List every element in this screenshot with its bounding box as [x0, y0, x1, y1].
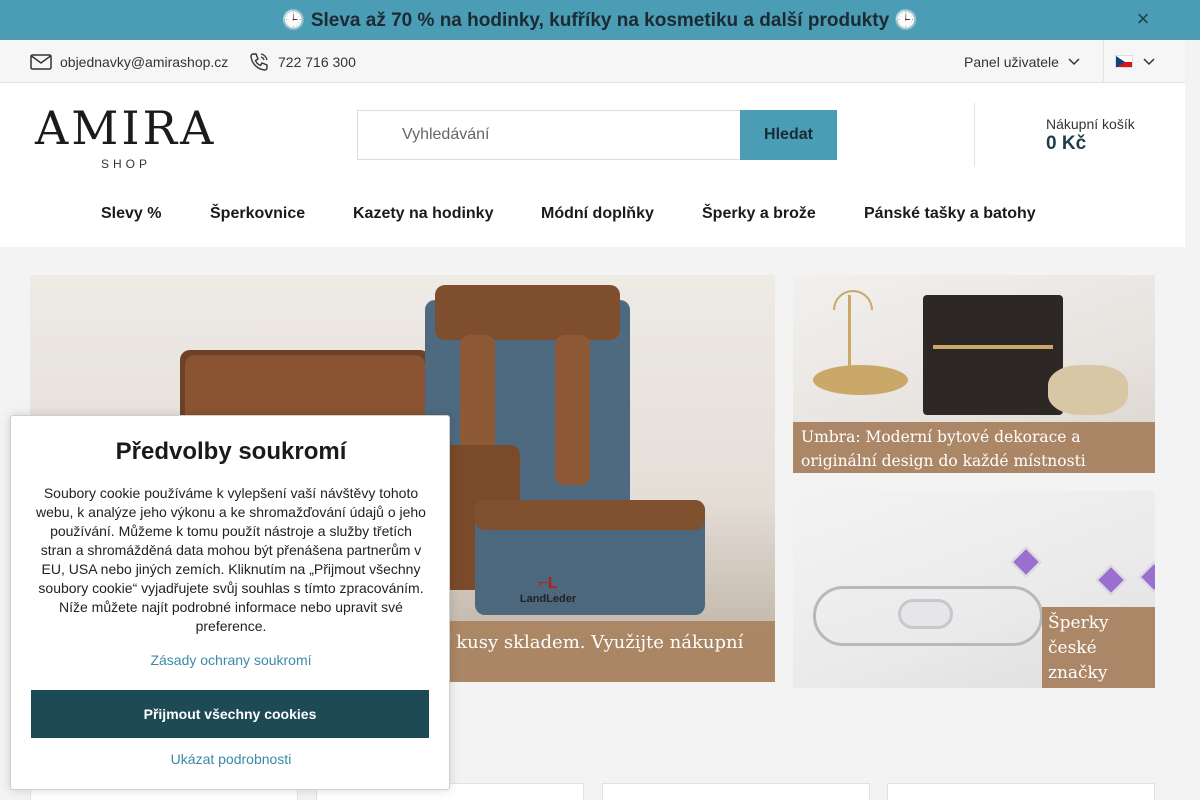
nav-item-slevy[interactable]: Slevy % [101, 205, 161, 223]
logo[interactable]: AMIRA SHOP [35, 101, 220, 176]
search-icon [370, 111, 390, 159]
nav-item-kazety[interactable]: Kazety na hodinky [353, 205, 493, 223]
phone-icon [250, 52, 268, 71]
email-contact[interactable]: objednavky@amirashop.cz [30, 40, 228, 83]
minet-banner[interactable]: Šperky české značky MINET [793, 491, 1155, 688]
close-icon[interactable]: × [1132, 6, 1154, 31]
main-nav: Slevy % Šperkovnice Kazety na hodinky Mó… [0, 205, 1185, 231]
cart-button[interactable]: Nákupní košík 0 Kč [990, 113, 1160, 157]
nav-item-sperky[interactable]: Šperky a brože [702, 205, 816, 223]
product-card[interactable] [887, 783, 1155, 800]
nav-item-sperkovnice[interactable]: Šperkovnice [210, 205, 305, 223]
cart-total: 0 Kč [1046, 133, 1087, 154]
cookie-text: Soubory cookie používáme k vylepšení vaš… [36, 485, 426, 634]
brand-name: LandLeder [519, 593, 577, 605]
cookie-title: Předvolby soukromí [115, 438, 347, 465]
nav-item-panske-tasky[interactable]: Pánské tašky a batohy [864, 205, 1036, 223]
accept-all-cookies-button[interactable]: Přijmout všechny cookies [31, 690, 429, 738]
cart-label: Nákupní košík [1046, 116, 1135, 132]
search-bar: Hledat [357, 110, 837, 160]
email-text: objednavky@amirashop.cz [60, 53, 229, 70]
language-selector[interactable] [1103, 40, 1155, 83]
chevron-down-icon [1143, 57, 1155, 65]
user-panel-label: Panel uživatele [964, 53, 1059, 70]
product-card[interactable] [602, 783, 870, 800]
phone-contact[interactable]: 722 716 300 [248, 40, 356, 83]
promo-bar: 🕒 Sleva až 70 % na hodinky, kufříky na k… [0, 0, 1200, 40]
phone-text: 722 716 300 [278, 53, 356, 70]
logo-sub-text: SHOP [101, 157, 152, 171]
search-input[interactable] [402, 111, 732, 159]
site-header: AMIRA SHOP Hledat Nákupní košík 0 Kč Sle… [0, 83, 1185, 247]
landleder-logo: ⌐L LandLeder [516, 575, 580, 613]
umbra-caption: Umbra: Moderní bytové dekorace a originá… [793, 422, 1155, 473]
search-button[interactable]: Hledat [740, 110, 837, 160]
promo-text: 🕒 Sleva až 70 % na hodinky, kufříky na k… [281, 10, 919, 31]
cookie-consent-dialog: Předvolby soukromí Soubory cookie použív… [10, 415, 450, 790]
cart-divider [974, 103, 975, 167]
show-details-link[interactable]: Ukázat podrobnosti [11, 751, 451, 767]
nav-item-modni-doplnky[interactable]: Módní doplňky [541, 205, 654, 223]
minet-caption: Šperky české značky MINET [1042, 607, 1155, 688]
contact-bar: objednavky@amirashop.cz 722 716 300 Pane… [0, 40, 1185, 83]
chevron-down-icon [1068, 57, 1080, 65]
user-panel-dropdown[interactable]: Panel uživatele [952, 40, 1080, 83]
umbra-banner[interactable]: Umbra: Moderní bytové dekorace a originá… [793, 275, 1155, 473]
envelope-icon [30, 53, 52, 70]
czech-flag-icon [1115, 55, 1133, 68]
privacy-policy-link[interactable]: Zásady ochrany soukromí [11, 652, 451, 668]
logo-main-text: AMIRA [35, 101, 217, 155]
